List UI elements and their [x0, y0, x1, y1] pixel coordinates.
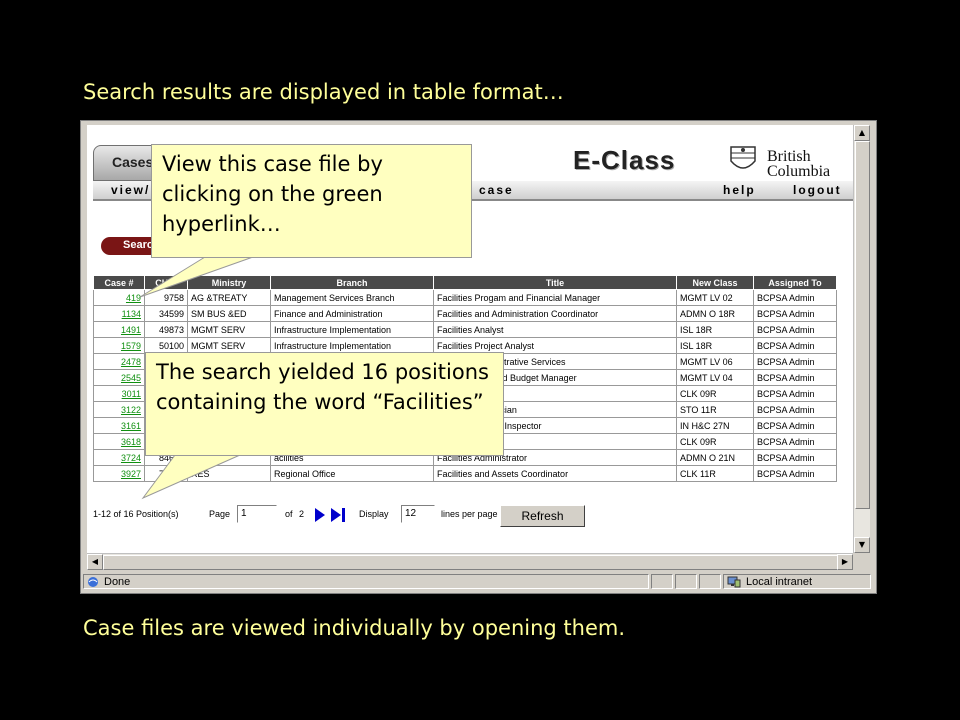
slide-footer: Case files are viewed individually by op…	[83, 616, 626, 640]
callout2-pointer	[141, 454, 241, 500]
callout1-pointer	[139, 256, 254, 298]
search-yield-callout: The search yielded 16 positions containi…	[145, 352, 504, 456]
view-case-callout: View this case file by clicking on the g…	[151, 144, 472, 258]
